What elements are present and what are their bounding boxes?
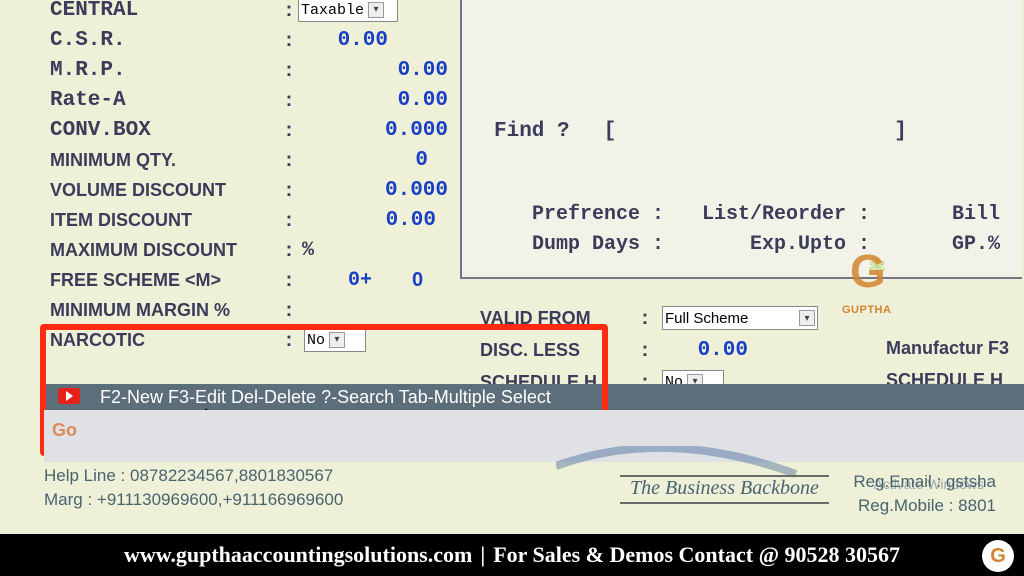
- label-central: CENTRAL: [50, 0, 280, 22]
- value-voldisc: 0.000: [298, 179, 448, 202]
- watermark-letter: G: [850, 244, 886, 298]
- left-form-column: CENTRAL : Taxable ▾ C.S.R. : 0.00 M.R.P.…: [50, 0, 490, 355]
- row-itemdisc: ITEM DISCOUNT : 0.00: [50, 205, 490, 235]
- value-freescheme-left: 0+: [348, 269, 372, 292]
- youtube-play-icon[interactable]: [58, 388, 80, 404]
- blur-go-text: Go: [52, 420, 77, 441]
- label-minmargin: MINIMUM MARGIN %: [50, 300, 280, 321]
- label-bill: Bill: [952, 203, 1000, 226]
- row-minqty: MINIMUM QTY. : 0: [50, 145, 490, 175]
- footer-site: www.gupthaaccountingsolutions.com: [124, 542, 472, 568]
- find-label: Find ?: [494, 120, 570, 143]
- label-prefrence: Prefrence :: [532, 203, 664, 226]
- value-convbox: 0.000: [298, 119, 448, 142]
- label-dumpdays: Dump Days :: [532, 233, 664, 256]
- bracket-left: [: [604, 120, 617, 143]
- label-minqty: MINIMUM QTY.: [50, 150, 280, 171]
- colon: :: [280, 89, 298, 112]
- colon: :: [280, 299, 298, 322]
- colon: :: [280, 269, 298, 292]
- chevron-down-icon: ▾: [799, 310, 815, 326]
- colon: :: [280, 179, 298, 202]
- percent-symbol: %: [302, 239, 314, 262]
- row-mrp: M.R.P. : 0.00: [50, 55, 490, 85]
- chevron-down-icon: ▾: [368, 2, 384, 18]
- label-mrp: M.R.P.: [50, 59, 280, 82]
- screen: CENTRAL : Taxable ▾ C.S.R. : 0.00 M.R.P.…: [0, 0, 1024, 576]
- help-line-2: Marg : +911130969600,+911166969600: [44, 488, 343, 512]
- label-reorder: List/Reorder :: [702, 203, 870, 226]
- row-validfrom: VALID FROM : Full Scheme ▾: [480, 302, 818, 334]
- under-status-area: Go: [44, 410, 1024, 462]
- keyboard-help-bar: F2-New F3-Edit Del-Delete ?-Search Tab-M…: [44, 384, 1024, 410]
- label-itemdisc: ITEM DISCOUNT: [50, 210, 280, 231]
- row-voldisc: VOLUME DISCOUNT : 0.000: [50, 175, 490, 205]
- footer-bar: www.gupthaaccountingsolutions.com | For …: [0, 534, 1024, 576]
- colon: :: [280, 209, 298, 232]
- value-freescheme-right: 0: [412, 269, 423, 292]
- business-backbone-tagline: The Business Backbone: [620, 475, 829, 504]
- row-minmargin: MINIMUM MARGIN % :: [50, 295, 490, 325]
- select-narcotic[interactable]: No ▾: [304, 328, 366, 352]
- row-central: CENTRAL : Taxable ▾: [50, 0, 490, 25]
- label-validfrom: VALID FROM: [480, 308, 636, 329]
- chevron-down-icon: ▾: [329, 332, 345, 348]
- colon: :: [280, 329, 298, 352]
- footer-sep: |: [480, 542, 485, 568]
- row-csr: C.S.R. : 0.00: [50, 25, 490, 55]
- select-validfrom-value: Full Scheme: [665, 310, 748, 327]
- row-narcotic: NARCOTIC : No ▾: [50, 325, 490, 355]
- colon: :: [280, 59, 298, 82]
- select-validfrom[interactable]: Full Scheme ▾: [662, 306, 818, 330]
- find-row: Find ? [ ]: [494, 120, 907, 143]
- value-minqty: 0: [298, 149, 428, 172]
- footer-contact: For Sales & Demos Contact @ 90528 30567: [493, 542, 900, 568]
- value-csr: 0.00: [298, 29, 388, 52]
- label-discless: DISC. LESS: [480, 340, 636, 361]
- bracket-right: ]: [894, 120, 907, 143]
- row-convbox: CONV.BOX : 0.000: [50, 115, 490, 145]
- right-panel: Find ? [ ] Prefrence : List/Reorder : Bi…: [460, 0, 1022, 279]
- select-central-value: Taxable: [301, 2, 364, 19]
- label-maxdisc: MAXIMUM DISCOUNT: [50, 240, 280, 261]
- help-line-1: Help Line : 08782234567,8801830567: [44, 464, 343, 488]
- watermark-caption: GUPTHA: [842, 304, 891, 316]
- row-ratea: Rate-A : 0.00: [50, 85, 490, 115]
- keyboard-help-text: F2-New F3-Edit Del-Delete ?-Search Tab-M…: [100, 387, 551, 408]
- colon: :: [280, 239, 298, 262]
- label-gp: GP.%: [952, 233, 1000, 256]
- value-itemdisc: 0.00: [298, 209, 436, 232]
- label-ratea: Rate-A: [50, 89, 280, 112]
- label-convbox: CONV.BOX: [50, 119, 280, 142]
- label-manufactur: Manufactur F3: [886, 338, 1009, 370]
- value-ratea: 0.00: [298, 89, 448, 112]
- label-voldisc: VOLUME DISCOUNT: [50, 180, 280, 201]
- footer-logo-letter: G: [990, 545, 1006, 568]
- value-discless: 0.00: [662, 339, 748, 362]
- row-maxdisc: MAXIMUM DISCOUNT : %: [50, 235, 490, 265]
- colon: :: [280, 149, 298, 172]
- colon: :: [636, 307, 654, 330]
- select-central[interactable]: Taxable ▾: [298, 0, 398, 22]
- guptha-watermark: ❃ G GUPTHA: [840, 250, 900, 310]
- label-narcotic: NARCOTIC: [50, 330, 280, 351]
- label-csr: C.S.R.: [50, 29, 280, 52]
- colon: :: [280, 0, 298, 22]
- row-discless: DISC. LESS : 0.00: [480, 334, 818, 366]
- colon: :: [280, 29, 298, 52]
- label-freescheme: FREE SCHEME <M>: [50, 270, 280, 291]
- row-freescheme: FREE SCHEME <M> : 0+ 0: [50, 265, 490, 295]
- footer-logo-icon: G: [982, 540, 1014, 572]
- colon: :: [280, 119, 298, 142]
- select-narcotic-value: No: [307, 332, 325, 349]
- reg-email-text: Reg.Email : gstsha: [853, 472, 996, 492]
- help-phone-block: Help Line : 08782234567,8801830567 Marg …: [44, 464, 343, 512]
- value-mrp: 0.00: [298, 59, 448, 82]
- colon: :: [636, 339, 654, 362]
- reg-mobile-text: Reg.Mobile : 8801: [858, 496, 996, 516]
